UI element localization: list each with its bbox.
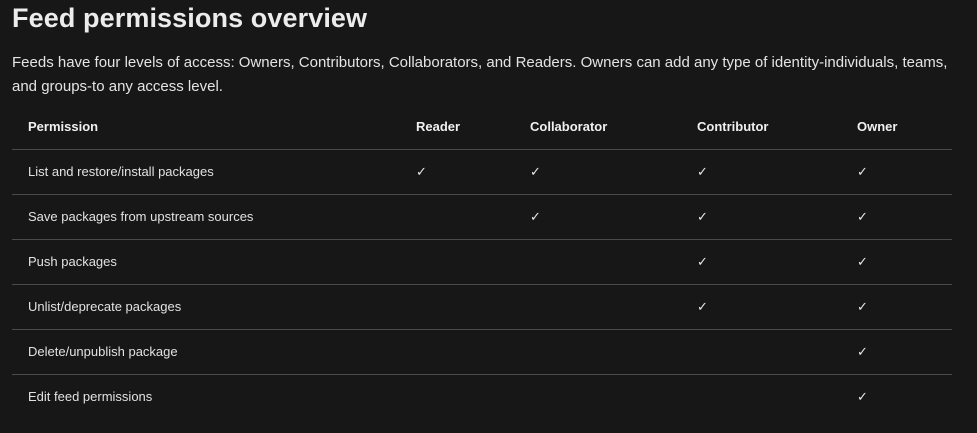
intro-paragraph: Feeds have four levels of access: Owners… [12,54,948,95]
checkmark-icon: ✓ [530,164,541,180]
table-row: List and restore/install packages ✓ ✓ ✓ ✓ [12,149,952,195]
header-contributor: Contributor [681,105,841,150]
cell-collaborator [514,374,681,419]
cell-reader: ✓ [400,149,514,195]
cell-contributor: ✓ [681,239,841,285]
cell-reader [400,329,514,375]
permission-label: Unlist/deprecate packages [12,284,400,330]
table-row: Delete/unpublish package ✓ [12,329,952,375]
checkmark-icon: ✓ [697,254,708,270]
checkmark-icon: ✓ [416,164,427,180]
cell-owner: ✓ [841,284,952,330]
table-header: Permission Reader Collaborator Contribut… [12,105,952,150]
cell-owner: ✓ [841,374,952,419]
header-reader: Reader [400,105,514,150]
cell-collaborator: ✓ [514,149,681,195]
cell-contributor: ✓ [681,284,841,330]
checkmark-icon: ✓ [857,389,868,405]
header-row: Permission Reader Collaborator Contribut… [12,105,952,150]
checkmark-icon: ✓ [857,299,868,315]
cell-reader [400,284,514,330]
cell-collaborator [514,329,681,375]
cell-contributor [681,329,841,375]
cell-collaborator [514,284,681,330]
cell-contributor [681,374,841,419]
cell-owner: ✓ [841,329,952,375]
table-row: Save packages from upstream sources ✓ ✓ ✓ [12,194,952,240]
article: Feed permissions overview Feeds have fou… [0,0,977,433]
cell-reader [400,194,514,240]
table-body: List and restore/install packages ✓ ✓ ✓ ✓ Sav… [12,149,952,419]
table-row: Push packages ✓ ✓ [12,239,952,285]
cell-owner: ✓ [841,194,952,240]
header-collaborator: Collaborator [514,105,681,150]
cell-collaborator [514,239,681,285]
checkmark-icon: ✓ [697,164,708,180]
checkmark-icon: ✓ [697,209,708,225]
checkmark-icon: ✓ [697,299,708,315]
permission-label: List and restore/install packages [12,149,400,195]
page-title: Feed permissions overview [12,3,368,33]
permissions-table: Permission Reader Collaborator Contribut… [12,105,952,419]
checkmark-icon: ✓ [857,344,868,360]
cell-reader [400,239,514,285]
cell-owner: ✓ [841,239,952,285]
cell-contributor: ✓ [681,149,841,195]
checkmark-icon: ✓ [530,209,541,225]
permission-label: Push packages [12,239,400,285]
header-permission: Permission [12,105,400,150]
cell-owner: ✓ [841,149,952,195]
checkmark-icon: ✓ [857,254,868,270]
cell-contributor: ✓ [681,194,841,240]
permission-label: Save packages from upstream sources [12,194,400,240]
permission-label: Delete/unpublish package [12,329,400,375]
table-row: Edit feed permissions ✓ [12,374,952,419]
cell-collaborator: ✓ [514,194,681,240]
checkmark-icon: ✓ [857,209,868,225]
checkmark-icon: ✓ [857,164,868,180]
permission-label: Edit feed permissions [28,389,153,405]
header-owner: Owner [841,105,952,150]
cell-reader [400,374,514,419]
table-row: Unlist/deprecate packages ✓ ✓ [12,284,952,330]
